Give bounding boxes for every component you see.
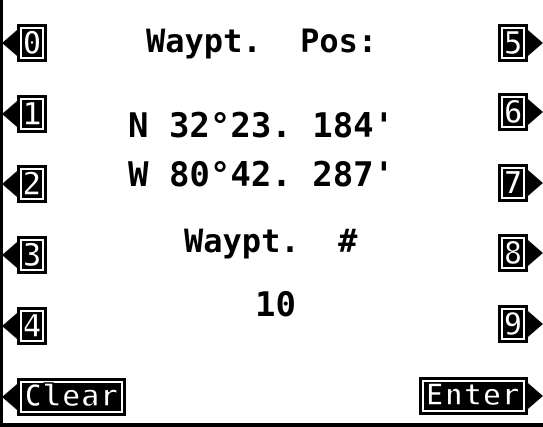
gps-waypoint-screen: 0 1 2 3 4 5 6 7 8 9 Clear Enter Waypt. P…	[0, 0, 543, 427]
key-label-1: 1	[17, 95, 47, 133]
right-arrow-icon	[528, 170, 543, 196]
key-label-3: 3	[17, 236, 47, 274]
key-label-2: 2	[17, 165, 47, 203]
clear-button[interactable]: Clear	[2, 378, 127, 416]
key-label-5: 5	[498, 24, 528, 62]
softkey-6[interactable]: 6	[498, 93, 543, 131]
softkey-8[interactable]: 8	[498, 234, 543, 272]
latitude-readout: N 32°23. 184'	[128, 106, 395, 146]
softkey-7[interactable]: 7	[498, 164, 543, 202]
left-arrow-icon	[2, 242, 17, 268]
right-arrow-icon	[528, 99, 543, 125]
right-arrow-icon	[528, 383, 543, 409]
enter-button-label: Enter	[418, 377, 528, 415]
softkey-5[interactable]: 5	[498, 24, 543, 62]
key-label-8: 8	[498, 234, 528, 272]
key-label-9: 9	[498, 305, 528, 343]
screen-title: Waypt. Pos:	[146, 22, 378, 60]
left-arrow-icon	[2, 30, 17, 56]
key-label-0: 0	[17, 24, 47, 62]
softkey-3[interactable]: 3	[2, 236, 47, 274]
right-arrow-icon	[528, 240, 543, 266]
left-arrow-icon	[2, 384, 17, 410]
left-arrow-icon	[2, 101, 17, 127]
right-arrow-icon	[528, 311, 543, 337]
right-arrow-icon	[528, 30, 543, 56]
waypoint-number-label: Waypt. #	[184, 222, 358, 260]
softkey-4[interactable]: 4	[2, 307, 47, 345]
softkey-0[interactable]: 0	[2, 24, 47, 62]
longitude-readout: W 80°42. 287'	[128, 155, 395, 195]
screen-bottom-border	[0, 423, 543, 427]
screen-left-border	[0, 0, 3, 427]
clear-button-label: Clear	[17, 378, 127, 416]
left-arrow-icon	[2, 171, 17, 197]
softkey-9[interactable]: 9	[498, 305, 543, 343]
softkey-1[interactable]: 1	[2, 95, 47, 133]
key-label-4: 4	[17, 307, 47, 345]
enter-button[interactable]: Enter	[418, 377, 543, 415]
key-label-7: 7	[498, 164, 528, 202]
waypoint-number-value: 10	[255, 285, 296, 325]
key-label-6: 6	[498, 93, 528, 131]
softkey-2[interactable]: 2	[2, 165, 47, 203]
left-arrow-icon	[2, 313, 17, 339]
